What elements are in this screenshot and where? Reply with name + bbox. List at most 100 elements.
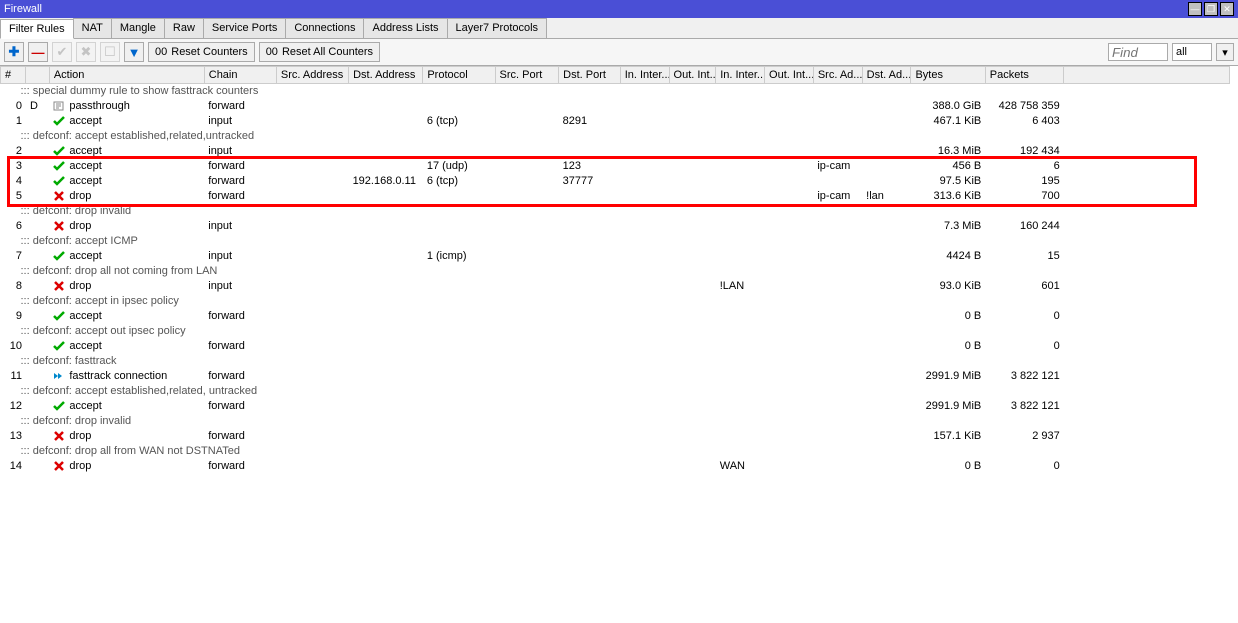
cell-rest — [1064, 159, 1230, 174]
close-button[interactable]: ✕ — [1220, 2, 1234, 16]
column-header[interactable]: Chain — [204, 67, 276, 84]
rule-row[interactable]: 7 acceptinput1 (icmp)4424 B15 — [1, 249, 1230, 264]
reset-all-counters-button[interactable]: 00Reset All Counters — [259, 42, 380, 62]
cell-action: drop — [49, 219, 204, 234]
cell-num: 4 — [1, 174, 26, 189]
column-header[interactable]: Bytes — [911, 67, 985, 84]
minimize-button[interactable]: — — [1188, 2, 1202, 16]
rule-row[interactable]: 2 acceptinput16.3 MiB192 434 — [1, 144, 1230, 159]
cell-rest — [1064, 219, 1230, 234]
column-header[interactable]: Dst. Port — [559, 67, 621, 84]
comment-row[interactable]: ::: defconf: drop invalid — [1, 414, 1230, 429]
cell-num: 8 — [1, 279, 26, 294]
column-header[interactable]: Action — [49, 67, 204, 84]
column-header[interactable]: In. Inter... — [716, 67, 765, 84]
filter-button[interactable]: ▼ — [124, 42, 144, 62]
rule-row[interactable]: 5 dropforwardip-cam!lan313.6 KiB700 — [1, 189, 1230, 204]
cell-flag — [26, 219, 49, 234]
cell-inifl: !LAN — [716, 279, 765, 294]
disable-button[interactable]: ✖ — [76, 42, 96, 62]
cell-dstaddr — [349, 339, 423, 354]
tab-mangle[interactable]: Mangle — [111, 18, 165, 38]
cell-outifl — [765, 249, 814, 264]
cell-dstport — [559, 144, 621, 159]
column-header[interactable] — [1064, 67, 1230, 84]
comment-row[interactable]: ::: defconf: accept established,related,… — [1, 129, 1230, 144]
cell-srcaddr — [276, 249, 348, 264]
cell-inif — [620, 399, 669, 414]
cell-proto: 6 (tcp) — [423, 174, 495, 189]
cell-outif — [669, 459, 716, 474]
tab-filter-rules[interactable]: Filter Rules — [0, 19, 74, 39]
find-input[interactable] — [1108, 43, 1168, 61]
column-header[interactable]: Out. Int... — [669, 67, 716, 84]
column-header[interactable] — [26, 67, 49, 84]
comment-row[interactable]: ::: defconf: accept in ipsec policy — [1, 294, 1230, 309]
column-header[interactable]: Protocol — [423, 67, 495, 84]
rule-row[interactable]: 1 acceptinput6 (tcp)8291467.1 KiB6 403 — [1, 114, 1230, 129]
add-button[interactable]: ✚ — [4, 42, 24, 62]
rule-row[interactable]: 6 dropinput7.3 MiB160 244 — [1, 219, 1230, 234]
filter-select[interactable]: all — [1172, 43, 1212, 61]
column-header[interactable]: Src. Ad... — [813, 67, 862, 84]
tab-address-lists[interactable]: Address Lists — [363, 18, 447, 38]
comment-row[interactable]: ::: defconf: fasttrack — [1, 354, 1230, 369]
cell-inif — [620, 114, 669, 129]
rule-row[interactable]: 14 dropforwardWAN0 B0 — [1, 459, 1230, 474]
rule-row[interactable]: 11 fasttrack connectionforward2991.9 MiB… — [1, 369, 1230, 384]
comment-row[interactable]: ::: defconf: accept out ipsec policy — [1, 324, 1230, 339]
rule-row[interactable]: 8 dropinput!LAN93.0 KiB601 — [1, 279, 1230, 294]
rule-row[interactable]: 4 acceptforward192.168.0.116 (tcp)377779… — [1, 174, 1230, 189]
column-header[interactable]: Src. Port — [495, 67, 559, 84]
cell-dstaddr: 192.168.0.11 — [349, 174, 423, 189]
column-header[interactable]: Dst. Address — [349, 67, 423, 84]
comment-row[interactable]: ::: special dummy rule to show fasttrack… — [1, 84, 1230, 99]
column-header[interactable]: In. Inter... — [620, 67, 669, 84]
cell-srcaddr — [276, 399, 348, 414]
cell-srclist — [813, 429, 862, 444]
reset-counters-button[interactable]: 00Reset Counters — [148, 42, 255, 62]
rule-row[interactable]: 9 acceptforward0 B0 — [1, 309, 1230, 324]
cell-chain: forward — [204, 99, 276, 114]
cell-bytes: 7.3 MiB — [911, 219, 985, 234]
column-header[interactable]: # — [1, 67, 26, 84]
cell-chain: forward — [204, 369, 276, 384]
cell-chain: input — [204, 279, 276, 294]
cell-outifl — [765, 189, 814, 204]
rule-row[interactable]: 0D passthroughforward388.0 GiB428 758 35… — [1, 99, 1230, 114]
dropdown-button[interactable]: ▾ — [1216, 43, 1234, 61]
comment-button[interactable]: ☐ — [100, 42, 120, 62]
comment-row[interactable]: ::: defconf: drop all not coming from LA… — [1, 264, 1230, 279]
comment-icon: ☐ — [104, 44, 116, 60]
tab-layer7-protocols[interactable]: Layer7 Protocols — [447, 18, 548, 38]
column-header[interactable]: Dst. Ad... — [862, 67, 911, 84]
cell-bytes: 0 B — [911, 309, 985, 324]
window-controls: — ❐ ✕ — [1188, 2, 1234, 16]
column-header[interactable]: Out. Int... — [765, 67, 814, 84]
column-header[interactable]: Src. Address — [276, 67, 348, 84]
tab-connections[interactable]: Connections — [285, 18, 364, 38]
comment-row[interactable]: ::: defconf: accept established,related,… — [1, 384, 1230, 399]
cell-proto — [423, 279, 495, 294]
comment-row[interactable]: ::: defconf: drop invalid — [1, 204, 1230, 219]
rule-row[interactable]: 10 acceptforward0 B0 — [1, 339, 1230, 354]
rule-row[interactable]: 12 acceptforward2991.9 MiB3 822 121 — [1, 399, 1230, 414]
tab-bar: Filter RulesNATMangleRawService PortsCon… — [0, 18, 1238, 39]
enable-button[interactable]: ✔ — [52, 42, 72, 62]
tab-raw[interactable]: Raw — [164, 18, 204, 38]
cell-bytes: 2991.9 MiB — [911, 399, 985, 414]
remove-button[interactable]: — — [28, 42, 48, 62]
tab-nat[interactable]: NAT — [73, 18, 112, 38]
rule-row[interactable]: 3 acceptforward17 (udp)123ip-cam456 B6 — [1, 159, 1230, 174]
cell-flag — [26, 249, 49, 264]
comment-row[interactable]: ::: defconf: drop all from WAN not DSTNA… — [1, 444, 1230, 459]
comment-row[interactable]: ::: defconf: accept ICMP — [1, 234, 1230, 249]
rule-row[interactable]: 13 dropforward157.1 KiB2 937 — [1, 429, 1230, 444]
column-header[interactable]: Packets — [985, 67, 1064, 84]
tab-service-ports[interactable]: Service Ports — [203, 18, 286, 38]
cell-bytes: 0 B — [911, 459, 985, 474]
maximize-button[interactable]: ❐ — [1204, 2, 1218, 16]
cell-srcaddr — [276, 174, 348, 189]
cell-action: accept — [49, 174, 204, 189]
cell-dstlist — [862, 114, 911, 129]
